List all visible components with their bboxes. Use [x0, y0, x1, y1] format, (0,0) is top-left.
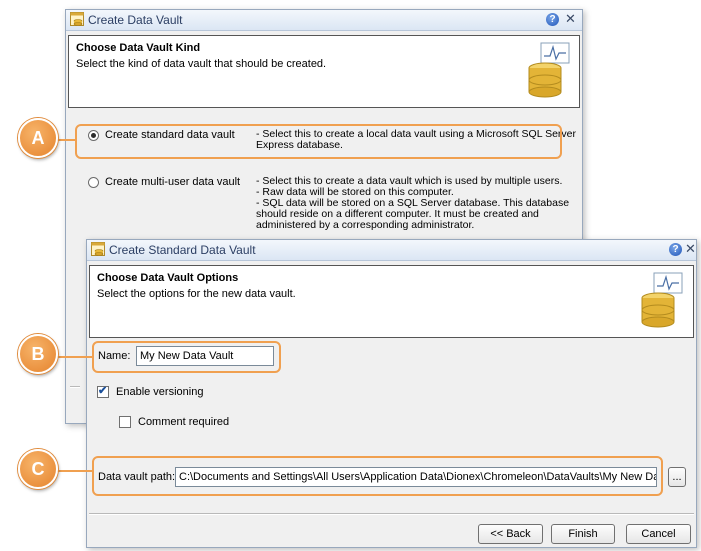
dialog1-header-title: Choose Data Vault Kind — [76, 42, 201, 54]
enable-versioning-label: Enable versioning — [116, 386, 204, 398]
help-icon[interactable]: ? — [669, 243, 682, 256]
close-icon[interactable]: ✕ — [565, 11, 576, 27]
create-standard-data-vault-dialog: Create Standard Data Vault ? ✕ Choose Da… — [86, 239, 697, 548]
dialog1-header: Choose Data Vault Kind Select the kind o… — [68, 35, 580, 108]
dialog1-header-subtitle: Select the kind of data vault that shoul… — [76, 58, 327, 70]
checkmark-icon: ✔ — [98, 385, 108, 397]
dialog2-header-title: Choose Data Vault Options — [97, 272, 239, 284]
dialog2-title: Create Standard Data Vault — [109, 243, 256, 257]
finish-button[interactable]: Finish — [551, 524, 615, 544]
database-window-icon — [91, 242, 105, 256]
callout-a-highlight — [75, 124, 562, 159]
dialog1-title: Create Data Vault — [88, 13, 183, 27]
back-button[interactable]: << Back — [478, 524, 543, 544]
radio-multiuser[interactable] — [88, 177, 99, 188]
comment-required-checkbox[interactable] — [119, 416, 131, 428]
dialog1-separator — [70, 386, 80, 388]
callout-a-badge: A — [18, 118, 58, 158]
option-multiuser-label: Create multi-user data vault — [105, 176, 241, 188]
description-line: administered by a corresponding administ… — [256, 219, 475, 231]
database-chart-icon — [641, 272, 683, 328]
callout-b-pointer — [53, 356, 93, 358]
dialog2-header-subtitle: Select the options for the new data vaul… — [97, 288, 296, 300]
callout-c-badge: C — [18, 449, 58, 489]
option-multiuser-description: - Select this to create a data vault whi… — [256, 176, 569, 231]
browse-button[interactable]: ... — [668, 467, 686, 487]
comment-required-label: Comment required — [138, 416, 230, 428]
close-icon[interactable]: ✕ — [685, 241, 696, 257]
enable-versioning-checkbox[interactable]: ✔ — [97, 385, 109, 398]
callout-c-pointer — [54, 470, 93, 472]
database-chart-icon — [528, 42, 570, 98]
dialog1-titlebar: Create Data Vault ? ✕ — [66, 10, 582, 31]
callout-b-badge: B — [18, 334, 58, 374]
help-icon[interactable]: ? — [546, 13, 559, 26]
dialog2-header: Choose Data Vault Options Select the opt… — [89, 265, 694, 338]
callout-b-highlight — [92, 341, 281, 373]
dialog2-titlebar: Create Standard Data Vault ? ✕ — [87, 240, 696, 261]
dialog2-separator — [89, 513, 694, 515]
database-window-icon — [70, 12, 84, 26]
callout-c-highlight — [92, 456, 663, 496]
cancel-button[interactable]: Cancel — [626, 524, 691, 544]
